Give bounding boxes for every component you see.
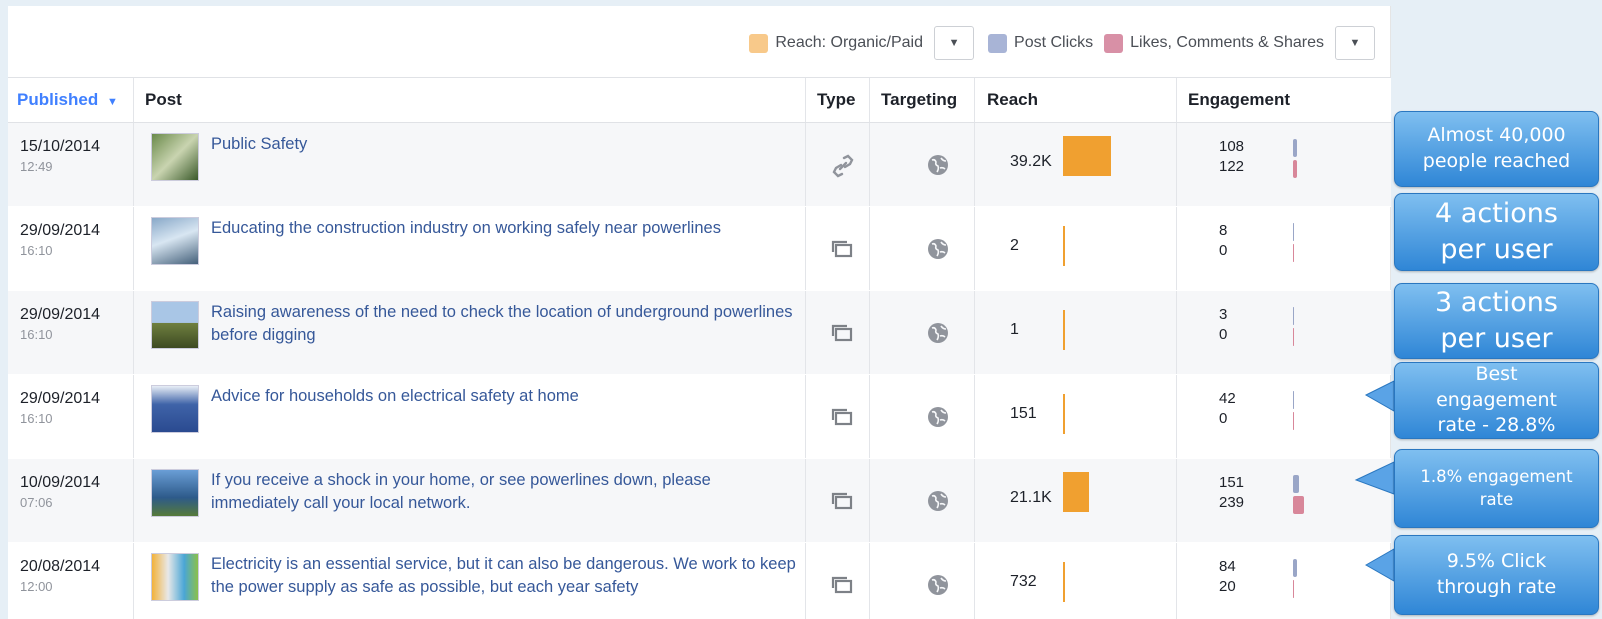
callout-pointer — [1364, 548, 1395, 582]
callout-text: 9.5% Click — [1446, 550, 1547, 573]
callout-text: through rate — [1436, 576, 1557, 598]
annotation-callout: 9.5% Click through rate — [1394, 535, 1599, 615]
